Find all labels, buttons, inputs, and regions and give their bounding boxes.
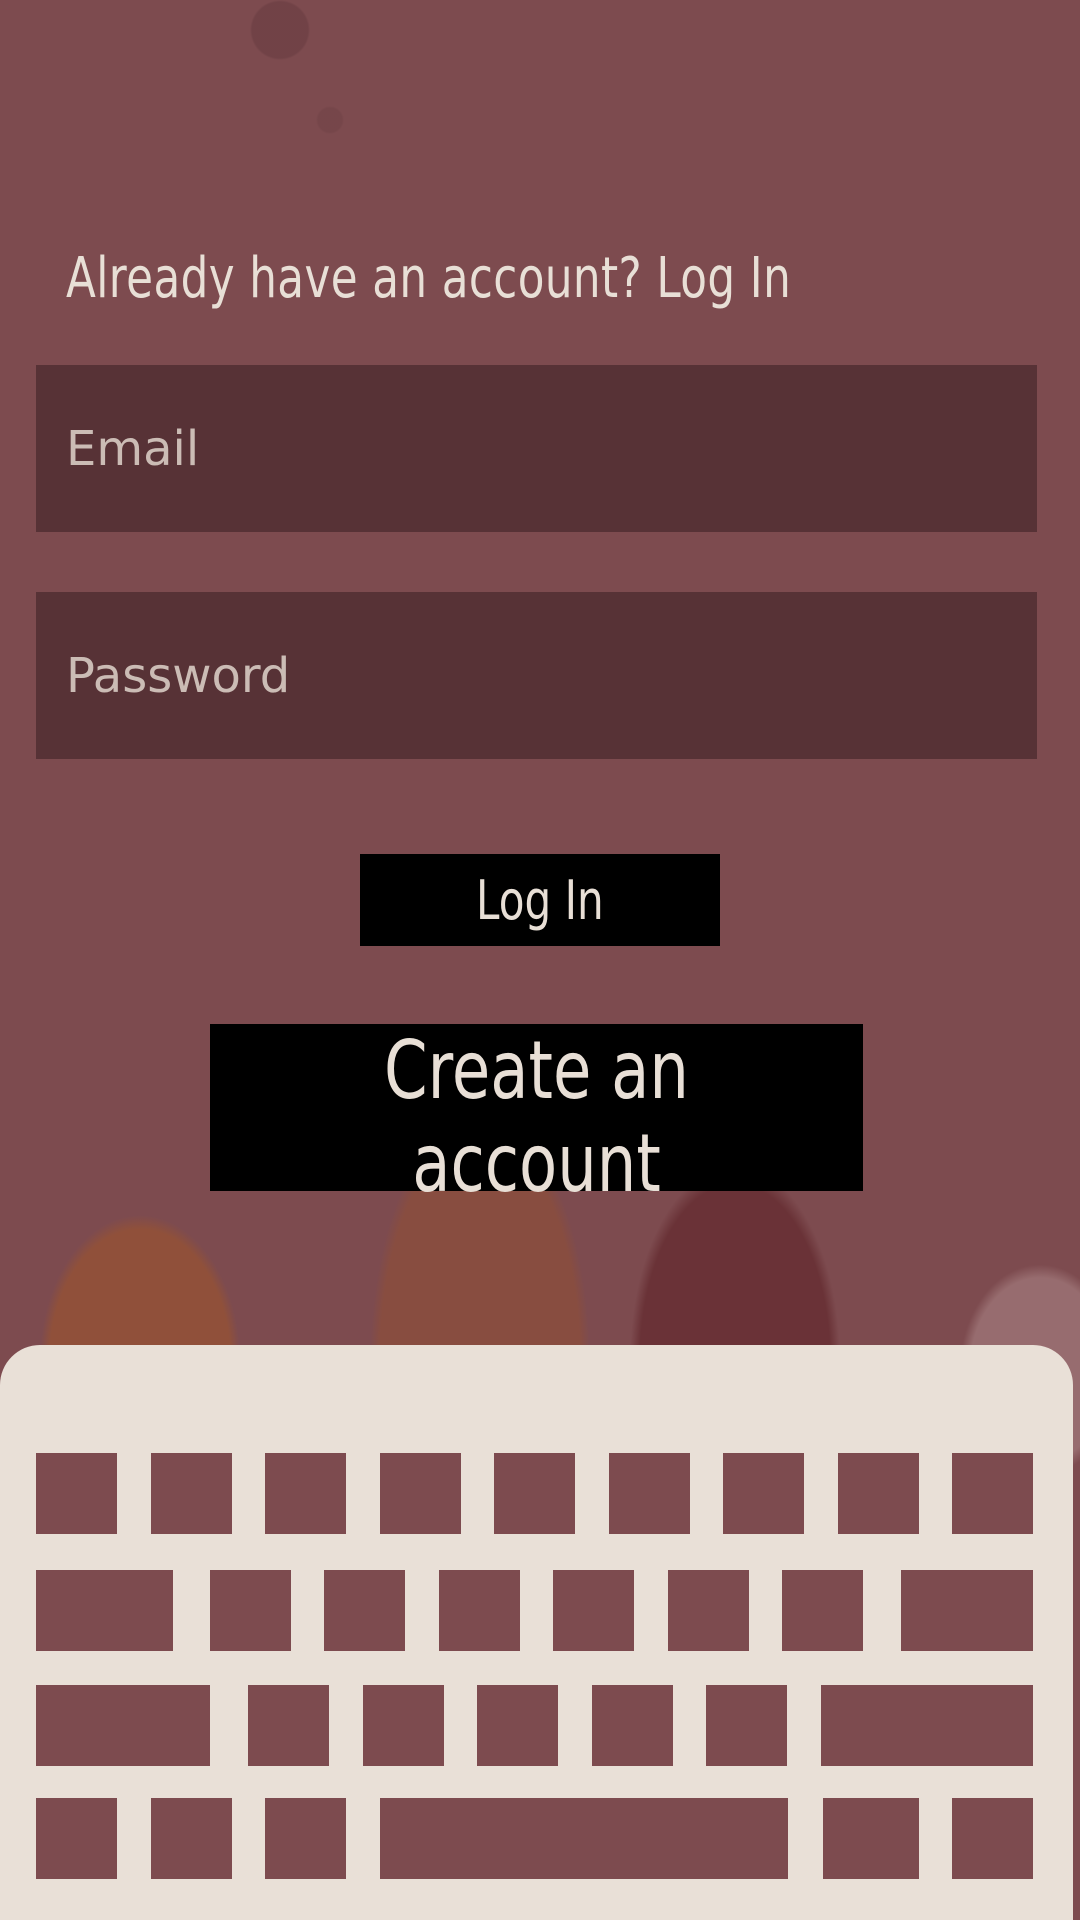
login-button-label: Log In	[476, 868, 604, 932]
keyboard-key[interactable]	[838, 1453, 919, 1534]
create-account-button-label: Create an account	[384, 1024, 689, 1210]
keyboard-key[interactable]	[477, 1685, 558, 1766]
keyboard-shift-key[interactable]	[36, 1685, 210, 1766]
keyboard-key[interactable]	[265, 1798, 346, 1879]
keyboard-key[interactable]	[36, 1453, 117, 1534]
keyboard-key[interactable]	[592, 1685, 673, 1766]
keyboard-key-wide[interactable]	[901, 1570, 1033, 1651]
keyboard-key[interactable]	[363, 1685, 444, 1766]
keyboard-key[interactable]	[609, 1453, 690, 1534]
keyboard-enter-key[interactable]	[952, 1798, 1033, 1879]
login-button[interactable]: Log In	[360, 854, 720, 946]
keyboard-key[interactable]	[151, 1453, 232, 1534]
keyboard-backspace-key[interactable]	[821, 1685, 1033, 1766]
keyboard-key-wide[interactable]	[823, 1798, 919, 1879]
keyboard-key[interactable]	[952, 1453, 1033, 1534]
login-title: Already have an account? Log In	[66, 246, 792, 311]
keyboard-key[interactable]	[36, 1798, 117, 1879]
on-screen-keyboard	[0, 1345, 1073, 1920]
keyboard-key[interactable]	[439, 1570, 520, 1651]
keyboard-key[interactable]	[210, 1570, 291, 1651]
keyboard-key-wide[interactable]	[36, 1570, 173, 1651]
keyboard-key[interactable]	[494, 1453, 575, 1534]
keyboard-key[interactable]	[706, 1685, 787, 1766]
keyboard-key[interactable]	[248, 1685, 329, 1766]
keyboard-key[interactable]	[380, 1453, 461, 1534]
keyboard-key[interactable]	[151, 1798, 232, 1879]
email-input[interactable]	[36, 365, 1037, 532]
keyboard-key[interactable]	[668, 1570, 749, 1651]
password-input[interactable]	[36, 592, 1037, 759]
keyboard-key[interactable]	[265, 1453, 346, 1534]
keyboard-key[interactable]	[324, 1570, 405, 1651]
keyboard-key[interactable]	[782, 1570, 863, 1651]
keyboard-key[interactable]	[553, 1570, 634, 1651]
create-account-button[interactable]: Create an account	[210, 1024, 863, 1210]
keyboard-spacebar[interactable]	[380, 1798, 788, 1879]
keyboard-key[interactable]	[723, 1453, 804, 1534]
